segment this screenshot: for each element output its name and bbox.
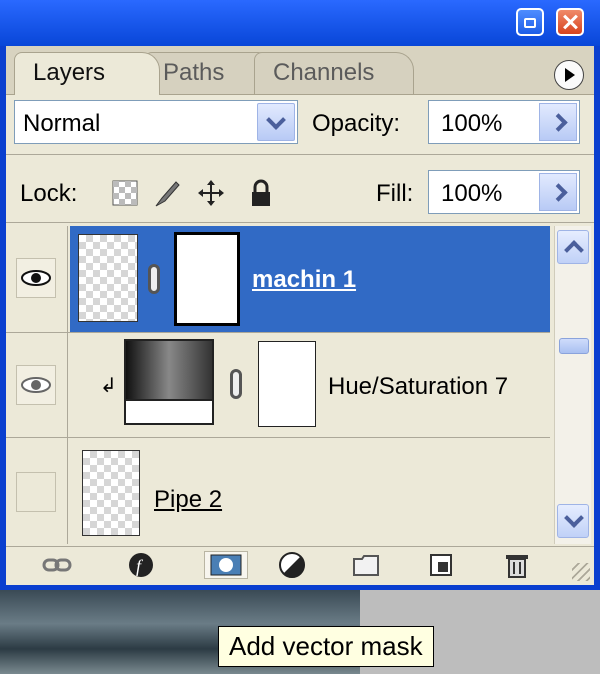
vector-mask-thumbnail[interactable] <box>174 232 240 326</box>
tab-layers[interactable]: Layers <box>14 52 160 95</box>
lock-transparent-icon[interactable] <box>110 178 140 208</box>
divider <box>6 222 594 223</box>
link-layers-icon[interactable] <box>42 551 72 579</box>
clipping-arrow-icon: ↲ <box>100 375 117 397</box>
visibility-cell[interactable] <box>6 226 68 332</box>
opacity-slider-arrow-icon[interactable] <box>539 103 577 141</box>
new-layer-icon[interactable] <box>426 551 456 579</box>
scroll-down-icon[interactable] <box>557 504 589 538</box>
lock-label: Lock: <box>20 180 78 207</box>
layers-list: machin 1 ↲ Hue/Saturation 7 Pipe 2 <box>6 226 594 544</box>
link-icon[interactable] <box>230 369 242 399</box>
layer-thumbnail <box>82 450 140 536</box>
layer-name[interactable]: Hue/Saturation 7 <box>328 373 508 401</box>
layer-style-icon[interactable]: f <box>128 551 158 579</box>
opacity-label: Opacity: <box>312 110 401 137</box>
layer-mask-thumbnail[interactable] <box>258 341 316 427</box>
fill-slider-arrow-icon[interactable] <box>539 173 577 211</box>
palette-toolbar: f <box>6 546 594 585</box>
palette-menu-icon[interactable] <box>554 60 584 90</box>
link-icon[interactable] <box>148 264 160 294</box>
tooltip: Add vector mask <box>218 626 434 667</box>
adjustment-thumbnail <box>124 339 214 425</box>
blend-mode-select[interactable]: Normal <box>14 100 298 144</box>
blend-mode-value: Normal <box>23 110 101 137</box>
fill-label: Fill: <box>376 180 414 207</box>
layer-thumbnail <box>78 234 138 322</box>
resize-grip[interactable] <box>572 563 590 581</box>
layers-palette-window: Layers Paths Channels Normal Opacity: 10… <box>0 0 600 590</box>
chevron-down-icon[interactable] <box>257 103 295 141</box>
opacity-value: 100% <box>441 110 503 137</box>
layers-panel: Layers Paths Channels Normal Opacity: 10… <box>6 46 594 585</box>
adjustment-layer-icon[interactable] <box>278 551 308 579</box>
tab-channels[interactable]: Channels <box>254 52 414 94</box>
visibility-cell[interactable] <box>6 333 68 437</box>
fill-value: 100% <box>441 180 503 207</box>
divider <box>6 154 594 155</box>
lock-position-icon[interactable] <box>196 178 226 208</box>
fill-field[interactable]: 100% <box>428 170 580 214</box>
scroll-up-icon[interactable] <box>557 230 589 264</box>
eye-icon[interactable] <box>16 365 56 405</box>
opacity-field[interactable]: 100% <box>428 100 580 144</box>
layer-row-hue-saturation-7[interactable]: ↲ Hue/Saturation 7 <box>6 333 550 438</box>
tab-channels-label: Channels <box>273 59 375 86</box>
eye-icon[interactable] <box>16 258 56 298</box>
scroll-thumb[interactable] <box>559 338 589 354</box>
layer-name[interactable]: machin 1 <box>252 266 356 294</box>
visibility-cell[interactable] <box>6 438 68 544</box>
layer-name[interactable]: Pipe 2 <box>154 486 222 514</box>
lock-all-icon[interactable] <box>246 178 276 208</box>
layer-row-machin-1[interactable]: machin 1 <box>6 226 550 333</box>
title-bar[interactable] <box>0 0 600 46</box>
new-group-icon[interactable] <box>352 551 382 579</box>
lock-image-icon[interactable] <box>152 178 182 208</box>
layers-scrollbar[interactable] <box>554 226 591 544</box>
tab-paths-label: Paths <box>163 59 225 86</box>
trash-icon[interactable] <box>502 551 532 579</box>
add-mask-icon[interactable] <box>204 551 248 579</box>
hidden-eye-box[interactable] <box>16 472 56 512</box>
layer-row-pipe-2[interactable]: Pipe 2 <box>6 438 550 544</box>
palette-tabs: Layers Paths Channels <box>6 46 594 95</box>
close-icon[interactable] <box>556 8 584 36</box>
minimize-icon[interactable] <box>516 8 544 36</box>
tab-layers-label: Layers <box>33 59 106 86</box>
